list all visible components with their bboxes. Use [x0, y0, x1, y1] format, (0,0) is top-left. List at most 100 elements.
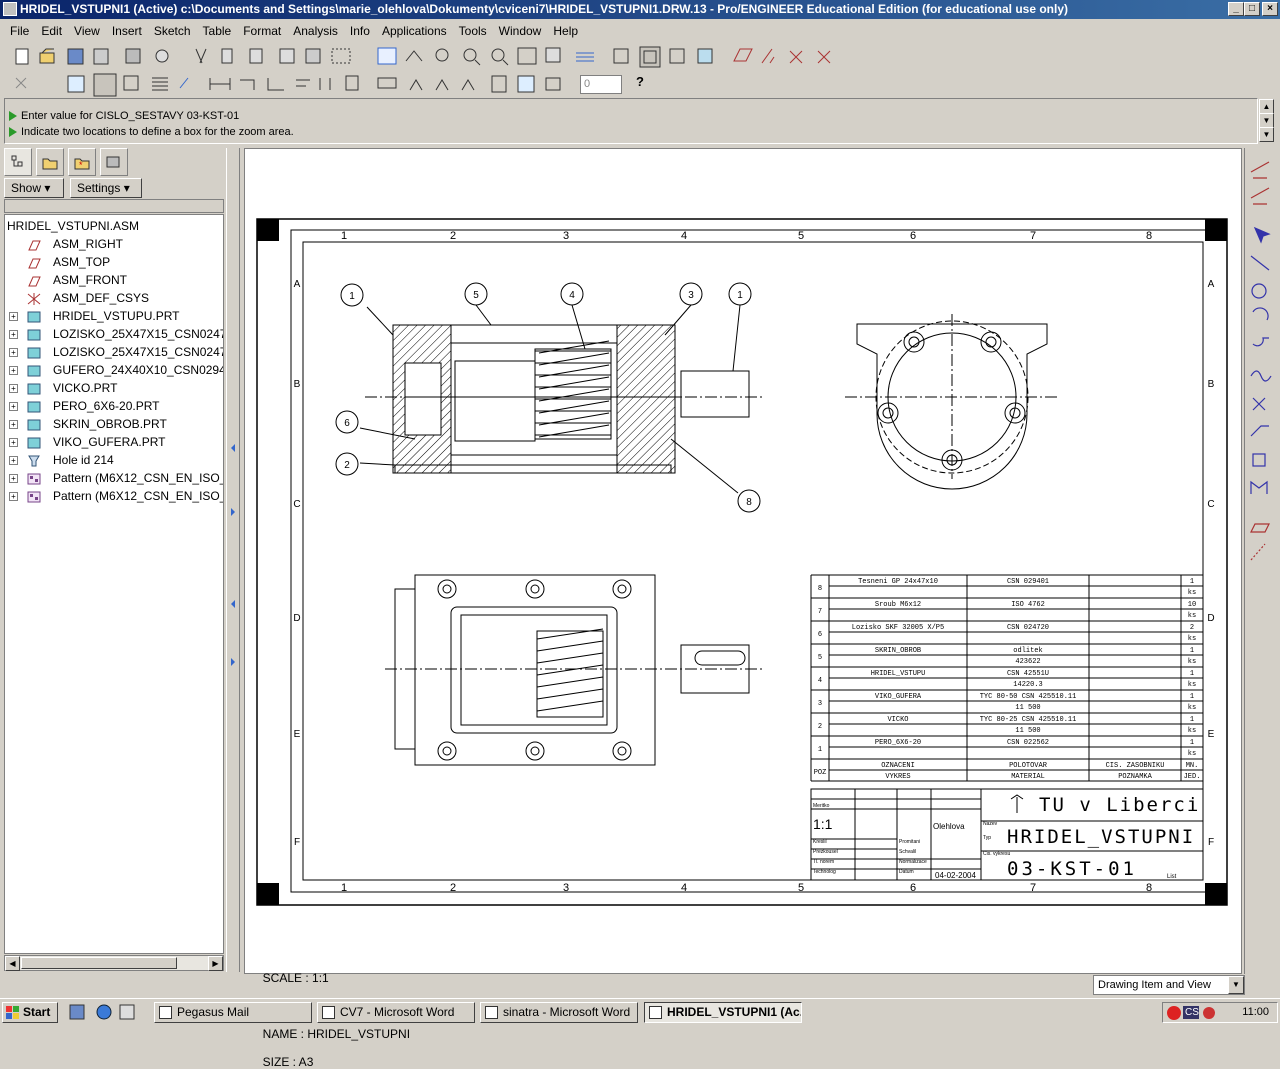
menu-info[interactable]: Info [344, 24, 376, 38]
msg-scroll-down[interactable]: ▼ [1259, 127, 1274, 142]
task-app-icon [159, 1006, 172, 1019]
expand-icon[interactable]: + [9, 383, 18, 393]
tree-item[interactable]: + SKRIN_OBROB.PRT [5, 415, 223, 433]
green-arrow-icon [9, 127, 17, 137]
scroll-left-icon[interactable]: ◀ [5, 956, 20, 971]
menu-format[interactable]: Format [237, 24, 287, 38]
bom-cell: ks [1188, 635, 1196, 643]
msg-scroll-up[interactable]: ▲ [1259, 99, 1274, 114]
taskbar-task-label: sinatra - Microsoft Word [503, 1005, 631, 1019]
menu-analysis[interactable]: Analysis [287, 24, 344, 38]
expand-icon[interactable]: + [9, 419, 18, 429]
expand-icon[interactable]: + [9, 347, 18, 357]
menu-view[interactable]: View [68, 24, 106, 38]
tree-item[interactable]: + HRIDEL_VSTUPU.PRT [5, 307, 223, 325]
toolbar-icons-1[interactable] [0, 43, 900, 71]
sheet-col-label: 5 [798, 230, 804, 242]
part-icon [27, 328, 41, 341]
tree-item-label: GUFERO_24X40X10_CSN029401.PRT [53, 363, 223, 377]
tb-field-label: Cis. vykresu [983, 851, 1010, 857]
maximize-button[interactable]: □ [1244, 2, 1260, 16]
drawing-canvas[interactable]: 1122334455667788 AABBCCDDEEFF 15 4 3 1 6… [244, 148, 1242, 974]
bom-cell: 1 [1190, 647, 1194, 655]
sheet-col-label: 5 [798, 882, 804, 894]
menu-insert[interactable]: Insert [106, 24, 148, 38]
menu-sketch[interactable]: Sketch [148, 24, 197, 38]
tree-item[interactable]: ASM_TOP [5, 253, 223, 271]
tree-root[interactable]: HRIDEL_VSTUPNI.ASM [7, 217, 139, 235]
taskbar-task[interactable]: HRIDEL_VSTUPNI1 (Ac... [644, 1002, 802, 1023]
sketch-tools-icons[interactable] [1245, 148, 1279, 568]
tab-folder-browser[interactable] [36, 148, 64, 176]
selection-filter-value: Drawing Item and View [1098, 979, 1211, 991]
menu-edit[interactable]: Edit [35, 24, 68, 38]
tree-item[interactable]: ASM_RIGHT [5, 235, 223, 253]
tb-field-label: Prezkousel [813, 849, 838, 855]
bom-cell: ks [1188, 589, 1196, 597]
navigator-sash[interactable] [226, 148, 240, 972]
taskbar-task[interactable]: sinatra - Microsoft Word [480, 1002, 638, 1023]
drawing-sheet[interactable]: 1122334455667788 A AB BC CD DE EF F 15 4… [245, 149, 1241, 973]
lang-indicator[interactable]: CS [1185, 1003, 1199, 1022]
selection-filter[interactable]: Drawing Item and View ▼ [1093, 975, 1245, 995]
menu-window[interactable]: Window [493, 24, 548, 38]
tree-item[interactable]: + Hole id 214 [5, 451, 223, 469]
message-line-1: Enter value for CISLO_SESTAVY 03-KST-01 [9, 110, 239, 122]
tree-hscroll[interactable]: ◀ ▶ [4, 955, 224, 971]
message-line-2: Indicate two locations to define a box f… [9, 126, 294, 138]
expand-icon[interactable]: + [9, 329, 18, 339]
tree-item-label: Hole id 214 [53, 453, 114, 467]
bom-cell: TYC 80-50 CSN 425510.11 [980, 693, 1077, 701]
expand-icon[interactable]: + [9, 491, 18, 501]
taskbar-task[interactable]: Pegasus Mail [154, 1002, 312, 1023]
spin-field[interactable]: 0 [580, 75, 622, 94]
quick-launch-icons[interactable] [64, 1002, 144, 1024]
expand-icon[interactable]: + [9, 473, 18, 483]
expand-icon[interactable]: + [9, 311, 18, 321]
expand-icon[interactable]: + [9, 437, 18, 447]
app-icon[interactable] [3, 2, 17, 16]
message-text-1: Enter value for CISLO_SESTAVY 03-KST-01 [21, 110, 240, 122]
tab-favorites[interactable]: * [68, 148, 96, 176]
msg-scroll-mid[interactable]: ▼ [1259, 113, 1274, 128]
tree-item[interactable]: + Pattern (M6X12_CSN_EN_ISO_4762 [5, 487, 223, 505]
expand-icon[interactable]: + [9, 401, 18, 411]
chevron-down-icon[interactable]: ▼ [1228, 976, 1244, 994]
green-arrow-icon [9, 111, 17, 121]
sheet-col-label: 4 [681, 882, 687, 894]
tab-model-tree[interactable] [4, 148, 32, 176]
tree-item[interactable]: + Pattern (M6X12_CSN_EN_ISO_4762 [5, 469, 223, 487]
tree-item[interactable]: + PERO_6X6-20.PRT [5, 397, 223, 415]
tree-item[interactable]: ASM_FRONT [5, 271, 223, 289]
menu-help[interactable]: Help [547, 24, 584, 38]
settings-dropdown[interactable]: Settings ▾ [70, 178, 142, 198]
scroll-right-icon[interactable]: ▶ [208, 956, 223, 971]
tab-connections[interactable] [100, 148, 128, 176]
tree-item[interactable]: + LOZISKO_25X47X15_CSN0247204 [5, 343, 223, 361]
tree-item[interactable]: ASM_DEF_CSYS [5, 289, 223, 307]
tree-item-label: Pattern (M6X12_CSN_EN_ISO_4762 [53, 489, 223, 503]
menu-tools[interactable]: Tools [453, 24, 493, 38]
bom-cell: TYC 80-25 CSN 425510.11 [980, 716, 1077, 724]
menu-file[interactable]: File [4, 24, 35, 38]
expand-icon[interactable]: + [9, 455, 18, 465]
minimize-button[interactable]: _ [1228, 2, 1244, 16]
expand-icon[interactable]: + [9, 365, 18, 375]
taskbar-task[interactable]: CV7 - Microsoft Word [317, 1002, 475, 1023]
close-button[interactable]: × [1262, 2, 1278, 16]
tree-item[interactable]: + GUFERO_24X40X10_CSN029401.PRT [5, 361, 223, 379]
tb-school: TU v Liberci [1039, 794, 1200, 816]
tb-number: 03-KST-01 [1007, 858, 1137, 880]
tb-scale: 1:1 [813, 816, 833, 832]
show-dropdown[interactable]: Show ▾ [4, 178, 64, 198]
tree-item[interactable]: + LOZISKO_25X47X15_CSN0247204 [5, 325, 223, 343]
tree-item-label: LOZISKO_25X47X15_CSN0247204 [53, 327, 223, 341]
start-button[interactable]: Start [2, 1002, 58, 1023]
tree-item[interactable]: + VICKO.PRT [5, 379, 223, 397]
bom-cell: Sroub M6x12 [875, 601, 921, 609]
tree-item[interactable]: + VIKO_GUFERA.PRT [5, 433, 223, 451]
context-help-button[interactable]: ? [636, 74, 656, 94]
menu-applications[interactable]: Applications [376, 24, 453, 38]
menu-table[interactable]: Table [197, 24, 238, 38]
scroll-thumb[interactable] [21, 957, 177, 969]
